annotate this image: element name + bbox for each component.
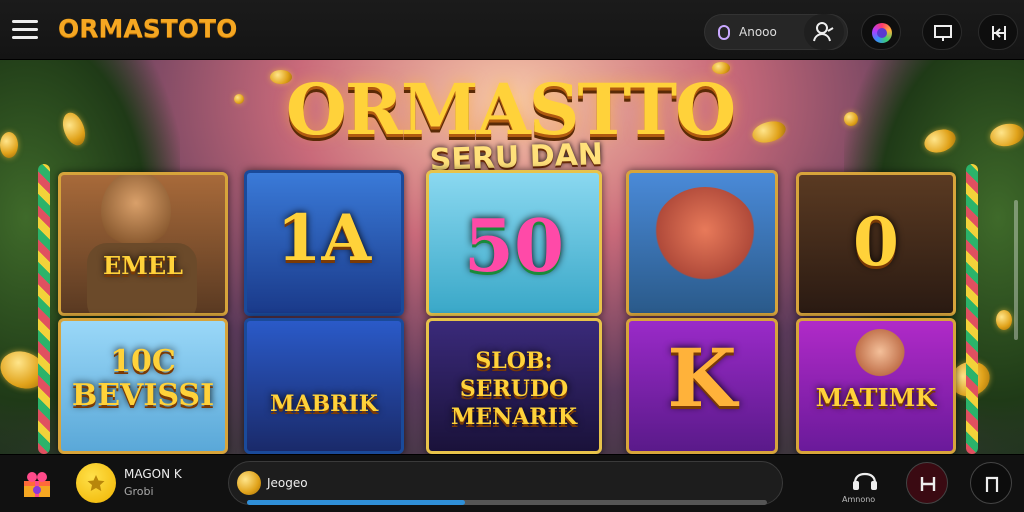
game-tile[interactable]: 50 — [426, 170, 602, 316]
game-tile[interactable]: K — [626, 318, 778, 454]
bookmark-button[interactable] — [906, 462, 948, 504]
bookmark-icon — [920, 477, 936, 491]
tile-title: EMEL — [102, 251, 184, 280]
progress-track — [247, 500, 767, 505]
coin-icon — [237, 471, 261, 495]
coin-icon — [749, 117, 789, 147]
user-name: MAGON K — [124, 467, 182, 481]
tile-title: 10C BEVISSI — [71, 344, 215, 413]
screen-icon — [934, 25, 952, 41]
color-orb-icon — [872, 23, 892, 43]
user-subtitle: Grobi — [124, 485, 154, 498]
tile-title: SLOB: SERUDO MENARIK — [451, 348, 577, 430]
search-icon — [718, 25, 730, 40]
bottom-bar: MAGON K Grobi Jeogeo Amnono — [0, 454, 1024, 512]
hero-figure — [855, 329, 905, 379]
game-tile[interactable]: MATIMK — [796, 318, 956, 454]
door-icon — [985, 476, 999, 492]
coin-icon — [844, 112, 858, 126]
rope-decoration — [38, 164, 50, 454]
logo[interactable]: ORMASTOTO — [58, 14, 237, 43]
game-tile[interactable]: 0 — [796, 172, 956, 316]
color-orb-button[interactable] — [861, 14, 901, 50]
gift-icon[interactable] — [20, 467, 54, 501]
tile-title: MATIMK — [815, 383, 937, 412]
app: ORMASTOTO Anooo ORMASTTO SERU DAN EMEL 1… — [0, 0, 1024, 512]
game-tile[interactable]: SLOB: SERUDO MENARIK — [426, 318, 602, 454]
menu-icon[interactable] — [12, 20, 38, 42]
support-label: Amnono — [842, 495, 876, 504]
progress-panel[interactable]: Jeogeo — [228, 461, 783, 505]
game-tile[interactable]: 1A — [244, 170, 404, 316]
top-bar: ORMASTOTO Anooo — [0, 0, 1024, 60]
warrior-figure — [101, 175, 171, 251]
avatar[interactable] — [76, 463, 116, 503]
game-tile[interactable]: EMEL — [58, 172, 228, 316]
screen-button[interactable] — [922, 14, 962, 50]
game-tile[interactable] — [626, 170, 778, 316]
tile-title: 50 — [463, 203, 565, 288]
cat-figure — [653, 187, 757, 283]
user-icon[interactable] — [804, 14, 844, 50]
search-label: Anooo — [739, 25, 777, 39]
tile-title: K — [667, 331, 737, 425]
hero-banner[interactable]: ORMASTTO SERU DAN MENARIK EMEL 1A 50 0 1… — [0, 60, 1024, 454]
tile-title: MABRIK — [270, 391, 378, 417]
coin-icon — [234, 94, 244, 104]
scrollbar[interactable] — [1014, 200, 1018, 340]
game-tile[interactable]: MABRIK — [244, 318, 404, 454]
close-button[interactable] — [978, 14, 1018, 50]
coin-icon — [996, 310, 1012, 330]
progress-fill — [247, 500, 466, 505]
coin-icon — [0, 132, 18, 158]
tile-title: 1A — [276, 201, 372, 276]
game-tile[interactable]: 10C BEVISSI — [58, 318, 228, 454]
exit-button[interactable] — [970, 462, 1012, 504]
progress-label: Jeogeo — [267, 476, 308, 490]
close-icon — [992, 26, 1006, 40]
tile-title: 0 — [853, 203, 899, 281]
rope-decoration — [966, 164, 978, 454]
